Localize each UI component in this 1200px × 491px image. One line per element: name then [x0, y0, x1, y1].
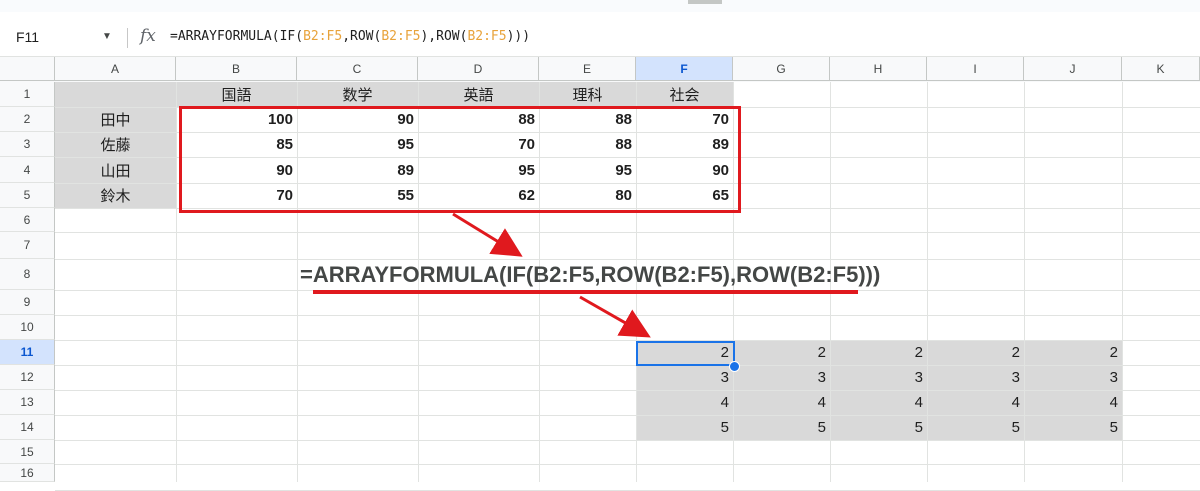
annotation-arrows: [452, 212, 651, 338]
arrow-to-result: [579, 295, 651, 338]
active-cell-F11[interactable]: [636, 341, 735, 366]
arrow-to-formula: [452, 212, 523, 257]
fill-handle-icon[interactable]: [729, 361, 740, 372]
